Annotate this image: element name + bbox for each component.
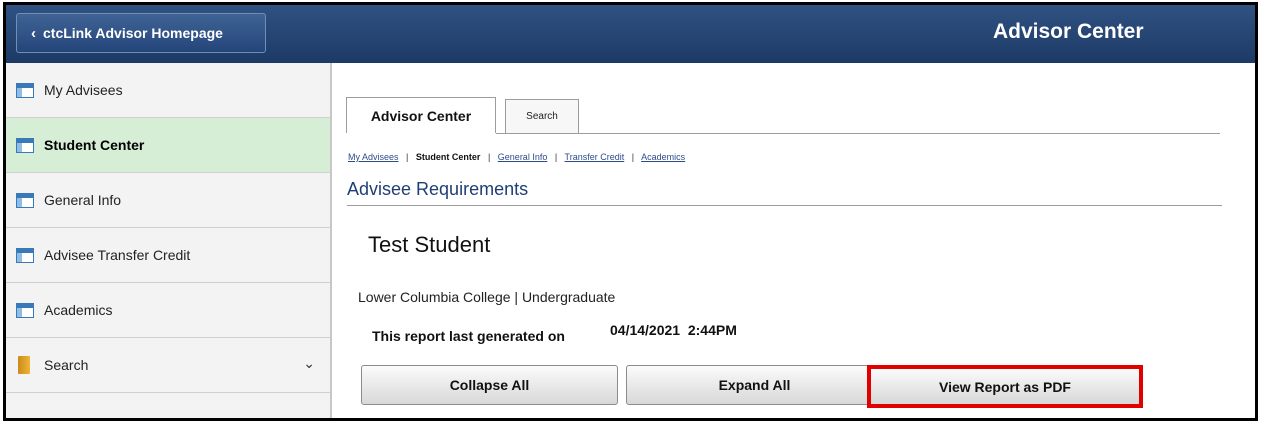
title-divider: [347, 205, 1222, 206]
sidebar-item-advisee-transfer-credit[interactable]: Advisee Transfer Credit: [6, 228, 330, 283]
chevron-left-icon: ‹: [31, 24, 36, 42]
sidebar-item-academics[interactable]: Academics: [6, 283, 330, 338]
breadcrumb-my-advisees[interactable]: My Advisees: [348, 152, 399, 162]
sidebar-item-label: Advisee Transfer Credit: [44, 247, 191, 263]
sidebar-item-search[interactable]: Search ⌄: [6, 338, 330, 393]
sidebar-item-label: Student Center: [44, 137, 145, 153]
chevron-down-icon: ⌄: [303, 355, 315, 371]
sidebar-item-student-center[interactable]: Student Center: [6, 118, 330, 173]
window-icon: [16, 302, 34, 318]
breadcrumb-separator: |: [554, 152, 558, 162]
breadcrumb-separator: |: [406, 152, 409, 162]
breadcrumb-separator: |: [487, 152, 491, 162]
home-button-label: ctcLink Advisor Homepage: [43, 25, 223, 41]
app-title: Advisor Center: [993, 20, 1144, 43]
student-name: Test Student: [368, 232, 491, 257]
sidebar-item-label: My Advisees: [44, 82, 123, 98]
main-content: Advisor Center Search My Advisees | Stud…: [332, 63, 1255, 418]
breadcrumb: My Advisees | Student Center | General I…: [348, 152, 685, 162]
report-generated-label: This report last generated on: [372, 328, 565, 344]
breadcrumb-transfer-credit[interactable]: Transfer Credit: [565, 152, 625, 162]
window-icon: [16, 137, 34, 153]
expand-all-button[interactable]: Expand All: [626, 365, 883, 405]
sidebar-item-general-info[interactable]: General Info: [6, 173, 330, 228]
folder-icon: [18, 356, 30, 374]
window-icon: [16, 192, 34, 208]
advisor-homepage-button[interactable]: ‹ ctcLink Advisor Homepage: [16, 13, 266, 53]
sidebar-item-my-advisees[interactable]: My Advisees: [6, 63, 330, 118]
app-frame: ‹ ctcLink Advisor Homepage Advisor Cente…: [3, 2, 1258, 421]
institution-career: Lower Columbia College | Undergraduate: [358, 289, 616, 305]
page-title: Advisee Requirements: [347, 179, 529, 199]
breadcrumb-academics[interactable]: Academics: [641, 152, 685, 162]
breadcrumb-student-center: Student Center: [415, 152, 481, 162]
view-report-pdf-button[interactable]: View Report as PDF: [867, 365, 1143, 408]
top-header: ‹ ctcLink Advisor Homepage Advisor Cente…: [6, 5, 1255, 63]
window-icon: [16, 82, 34, 98]
breadcrumb-general-info[interactable]: General Info: [498, 152, 548, 162]
tab-search[interactable]: Search: [505, 99, 579, 133]
window-icon: [16, 247, 34, 263]
breadcrumb-separator: |: [631, 152, 635, 162]
collapse-all-button[interactable]: Collapse All: [361, 365, 618, 405]
tab-divider: [496, 133, 1220, 134]
sidebar-item-label: Academics: [44, 302, 113, 318]
report-generated-datetime: 04/14/2021 2:44PM: [610, 322, 737, 338]
sidebar-item-label: Search: [44, 357, 89, 373]
tab-advisor-center[interactable]: Advisor Center: [346, 97, 496, 133]
sidebar: My Advisees Student Center General Info …: [6, 63, 332, 418]
sidebar-item-label: General Info: [44, 192, 122, 208]
